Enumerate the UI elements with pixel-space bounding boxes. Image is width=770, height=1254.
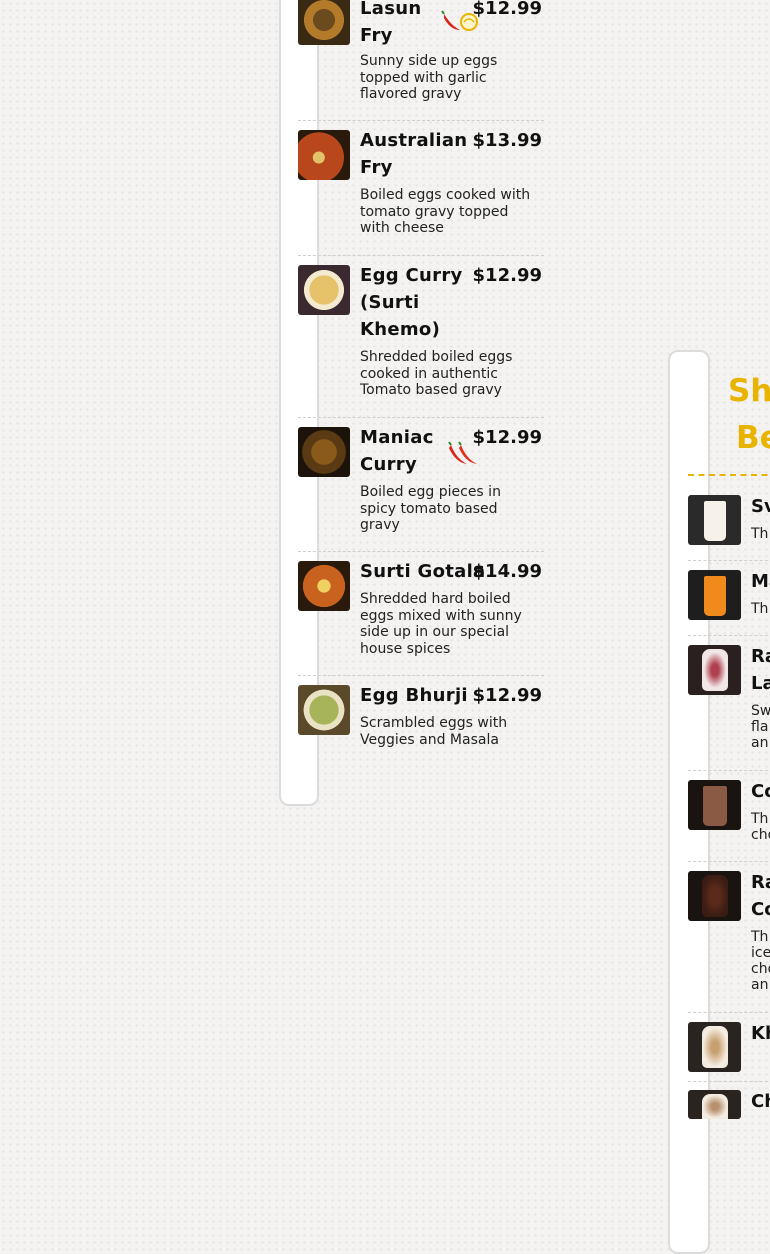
item-description: Shredded hard boiled eggs mixed with sunn… <box>360 591 522 657</box>
drink-thumbnail <box>688 780 741 830</box>
item-description: Sw fla an <box>751 703 770 751</box>
item-name: Co <box>751 781 770 802</box>
drink-thumbnail <box>688 871 741 921</box>
item-price: $12.99 <box>472 0 542 19</box>
item-description: Th <box>751 526 769 542</box>
item-price: $14.99 <box>472 561 542 582</box>
drink-thumbnail <box>688 645 741 695</box>
item-divider <box>688 560 770 561</box>
menu-item[interactable]: Surti Gotala $14.99 Shredded hard boiled… <box>298 551 544 676</box>
drink-thumbnail <box>688 495 741 545</box>
item-price: $12.99 <box>472 427 542 448</box>
drink-thumbnail <box>688 1090 741 1119</box>
item-description: Shredded boiled eggs cooked in authentic T… <box>360 349 513 398</box>
item-divider <box>688 770 770 771</box>
item-description: Scrambled eggs with Veggies and Masala <box>360 715 508 748</box>
item-name: RaCo <box>751 872 770 920</box>
food-thumbnail <box>298 265 350 315</box>
item-name: Kh <box>751 1023 770 1044</box>
item-description: Thicechoan <box>751 929 770 993</box>
item-name: Sv <box>751 496 770 517</box>
item-name: Ma <box>751 571 770 592</box>
food-thumbnail <box>298 685 350 735</box>
item-description: Thcho <box>751 811 770 843</box>
item-name: Lasun Fry <box>360 0 422 46</box>
drink-thumbnail <box>688 570 741 620</box>
item-name: Surti Gotala <box>360 561 486 582</box>
item-price: $12.99 <box>472 265 542 286</box>
item-divider <box>688 635 770 636</box>
food-thumbnail <box>298 427 350 477</box>
item-divider <box>688 1012 770 1013</box>
drink-thumbnail <box>688 1022 741 1072</box>
menu-item[interactable]: Lasun Fry $12.99 Sunny side up eggs topped… <box>298 0 544 121</box>
item-description: Sunny side up eggs topped with garlic flav… <box>360 53 498 102</box>
item-divider <box>688 1081 770 1082</box>
item-name: Egg Curry (Surti Khemo) <box>360 265 463 340</box>
menu-item[interactable]: Egg Curry (Surti Khemo) $12.99 Shredded bo… <box>298 255 544 418</box>
item-name: Egg Bhurji <box>360 685 468 706</box>
item-description: Boiled egg pieces in spicy tomato based gr… <box>360 484 501 533</box>
item-description: Th <box>751 601 769 617</box>
item-name: Maniac Curry <box>360 427 434 475</box>
menu-item[interactable]: Maniac Curry $12.99 Boiled egg pieces in s… <box>298 417 544 552</box>
menu-item[interactable]: Egg Bhurji $12.99 Scrambled eggs with Veg… <box>298 675 544 755</box>
menu-item[interactable]: Australian Fry $13.99 Boiled eggs cooked … <box>298 120 544 256</box>
section-divider <box>688 474 770 476</box>
item-name: Australian Fry <box>360 130 468 178</box>
food-thumbnail <box>298 130 350 180</box>
item-price: $12.99 <box>472 685 542 706</box>
food-thumbnail <box>298 561 350 611</box>
item-name: Ch <box>751 1091 770 1112</box>
section-title: Sh Be <box>728 373 770 456</box>
item-divider <box>688 861 770 862</box>
item-name: RaLa <box>751 646 770 694</box>
food-thumbnail <box>298 0 350 45</box>
item-description: Boiled eggs cooked with tomato gravy topp… <box>360 187 531 236</box>
item-price: $13.99 <box>472 130 542 151</box>
